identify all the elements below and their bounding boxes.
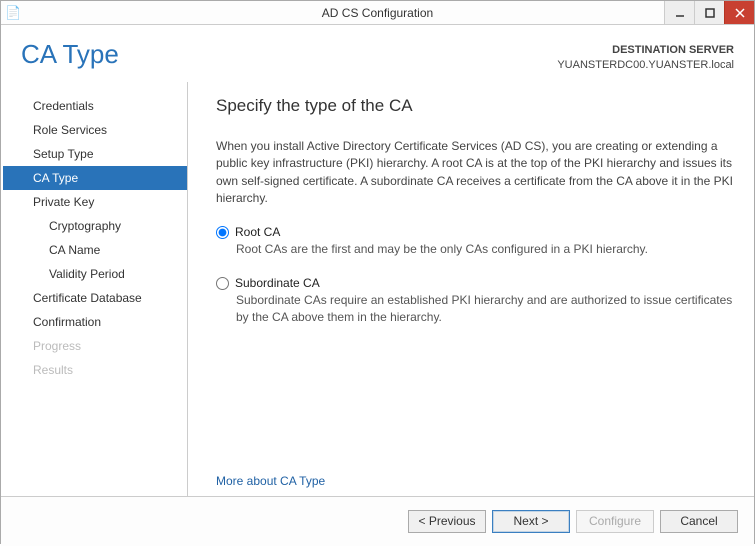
configure-button: Configure [576,510,654,533]
subordinate-ca-radio[interactable] [216,277,229,290]
root-ca-desc: Root CAs are the first and may be the on… [216,241,734,258]
step-cryptography[interactable]: Cryptography [3,214,187,238]
step-ca-name[interactable]: CA Name [3,238,187,262]
step-results: Results [3,358,187,382]
next-button[interactable]: Next > [492,510,570,533]
step-setup-type[interactable]: Setup Type [3,142,187,166]
header: CA Type DESTINATION SERVER YUANSTERDC00.… [1,25,754,82]
root-ca-radio[interactable] [216,226,229,239]
footer: < Previous Next > Configure Cancel [1,496,754,546]
step-validity-period[interactable]: Validity Period [3,262,187,286]
titlebar: 📄 AD CS Configuration [1,1,754,25]
destination-label: DESTINATION SERVER [557,43,734,58]
step-progress: Progress [3,334,187,358]
content-heading: Specify the type of the CA [216,96,734,116]
app-icon: 📄 [1,5,19,21]
step-private-key[interactable]: Private Key [3,190,187,214]
step-role-services[interactable]: Role Services [3,118,187,142]
previous-button[interactable]: < Previous [408,510,486,533]
step-confirmation[interactable]: Confirmation [3,310,187,334]
subordinate-ca-label: Subordinate CA [235,276,320,290]
more-about-link[interactable]: More about CA Type [216,474,325,488]
destination-block: DESTINATION SERVER YUANSTERDC00.YUANSTER… [557,39,734,74]
content-intro: When you install Active Directory Certif… [216,138,734,208]
close-button[interactable] [724,1,754,24]
step-ca-type[interactable]: CA Type [3,166,187,190]
content-pane: Specify the type of the CA When you inst… [188,82,754,496]
step-certificate-database[interactable]: Certificate Database [3,286,187,310]
sidebar: Credentials Role Services Setup Type CA … [3,82,188,496]
option-root-ca: Root CA Root CAs are the first and may b… [216,225,734,258]
root-ca-label: Root CA [235,225,280,239]
step-credentials[interactable]: Credentials [3,94,187,118]
subordinate-ca-desc: Subordinate CAs require an established P… [216,292,734,326]
page-title: CA Type [21,39,119,70]
minimize-button[interactable] [664,1,694,24]
destination-value: YUANSTERDC00.YUANSTER.local [557,58,734,73]
cancel-button[interactable]: Cancel [660,510,738,533]
maximize-button[interactable] [694,1,724,24]
option-subordinate-ca: Subordinate CA Subordinate CAs require a… [216,276,734,326]
window-title: AD CS Configuration [1,6,754,20]
